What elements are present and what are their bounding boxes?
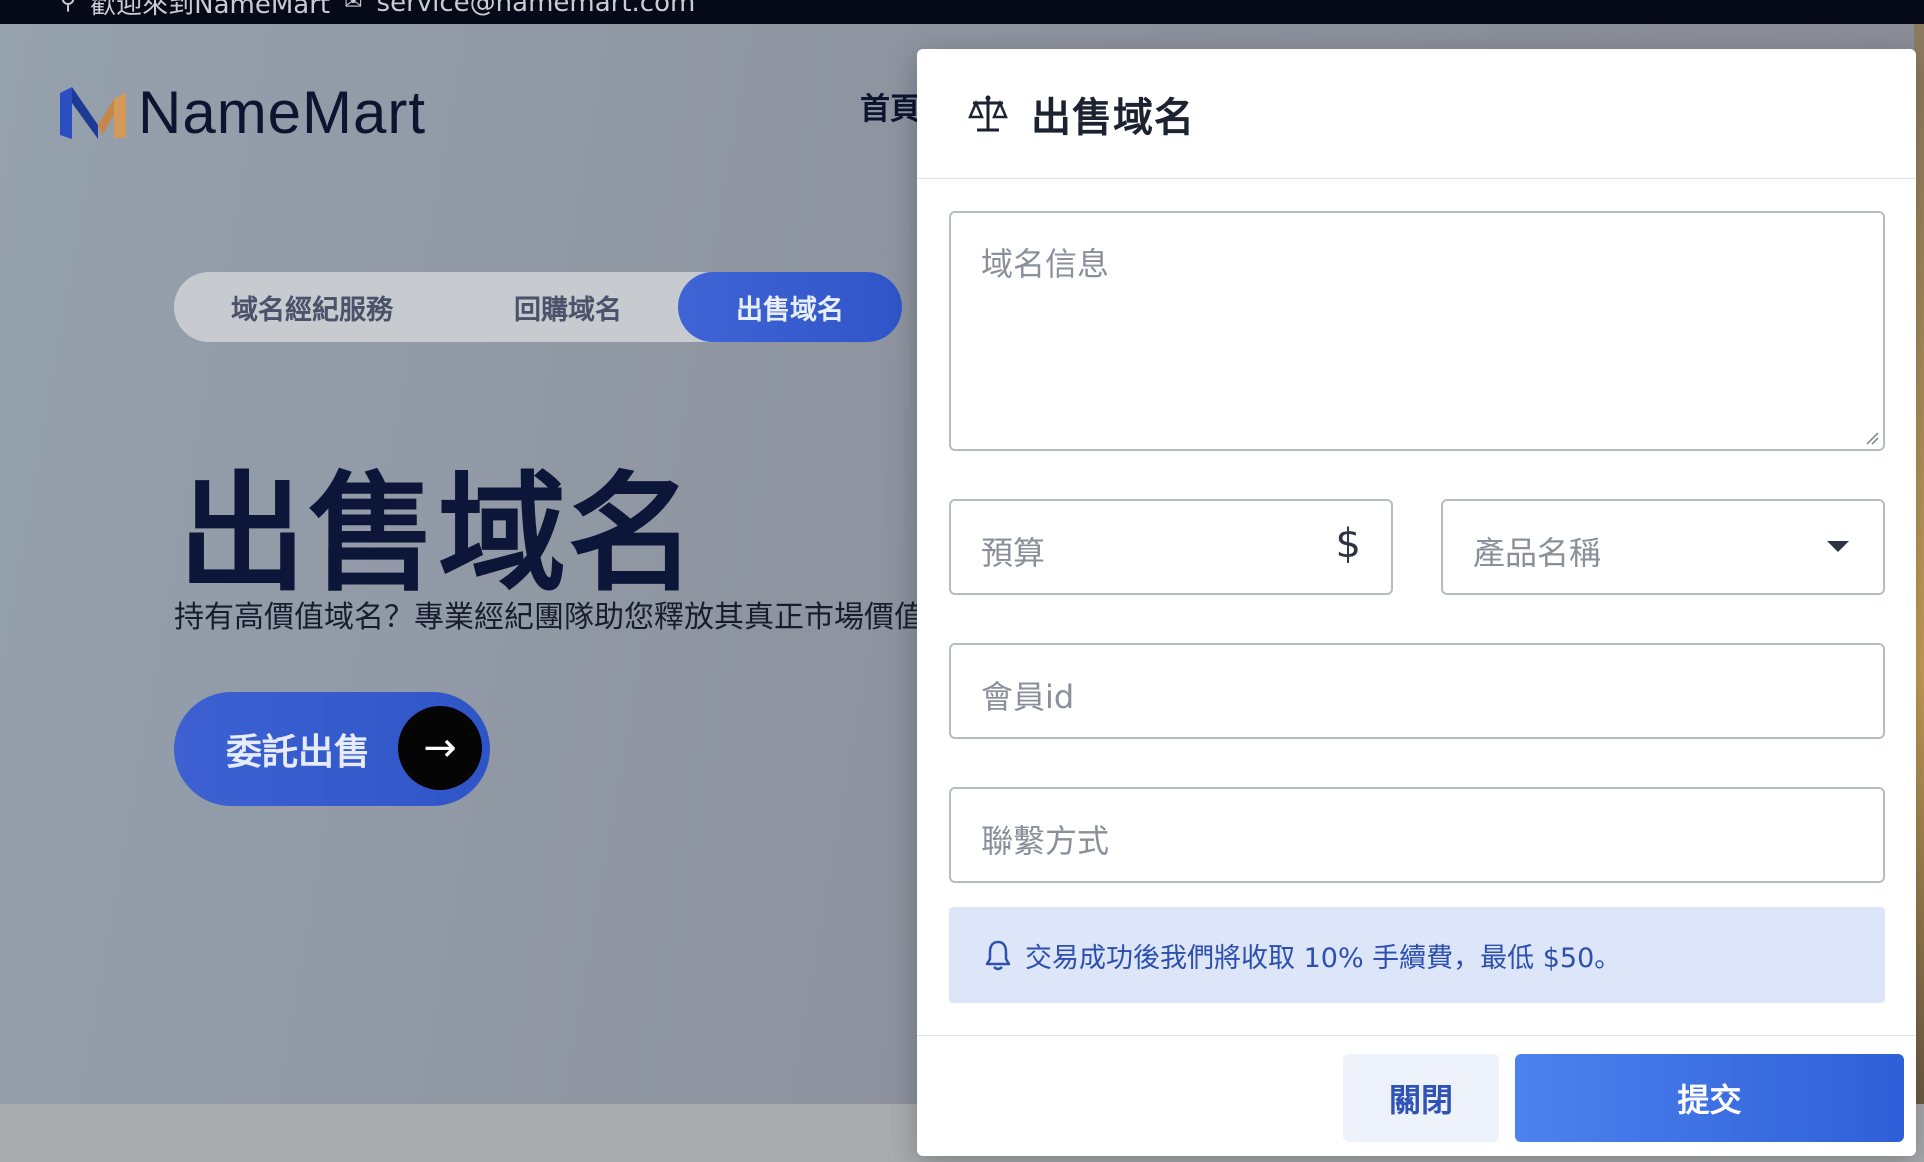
tab-domain-brokerage[interactable]: 域名經紀服務 (174, 272, 450, 342)
contact-method-input[interactable]: 聯繫方式 (949, 787, 1885, 883)
product-name-select[interactable]: 產品名稱 (1441, 499, 1885, 595)
location-pin-icon: ⚲ (60, 0, 77, 15)
nav-item-home[interactable]: 首頁 (860, 84, 920, 128)
fee-notice-text: 交易成功後我們將收取 10% 手續費，最低 $50。 (1025, 942, 1622, 974)
budget-input[interactable]: 預算 $ (949, 499, 1393, 595)
bell-icon (985, 940, 1011, 971)
welcome-text: 歡迎來到NameMart (90, 0, 331, 20)
domain-info-textarea[interactable]: 域名信息 (949, 211, 1885, 451)
tab-buyback-domain[interactable]: 回購域名 (450, 272, 686, 342)
member-id-input[interactable]: 會員id (949, 643, 1885, 739)
email-link[interactable]: service@namemart.com (377, 0, 696, 18)
dialog-title: 出售域名 (1031, 94, 1195, 141)
dollar-icon: $ (1335, 521, 1361, 567)
hero-title: 出售域名 (178, 460, 699, 609)
budget-placeholder: 預算 (981, 534, 1046, 572)
fee-notice: 交易成功後我們將收取 10% 手續費，最低 $50。 (949, 907, 1885, 1003)
contact-method-placeholder: 聯繫方式 (981, 822, 1110, 860)
arrow-right-icon: → (398, 706, 482, 790)
domain-info-placeholder: 域名信息 (981, 245, 1110, 283)
sell-domain-dialog: 出售域名 域名信息 預算 $ 產品名稱 會員id 聯繫方式 交易成功後我們將收取… (917, 49, 1916, 1156)
consign-sale-button[interactable]: 委託出售 → (174, 692, 490, 806)
submit-button[interactable]: 提交 (1515, 1054, 1904, 1142)
close-button[interactable]: 關閉 (1343, 1054, 1499, 1142)
tab-sell-domain[interactable]: 出售域名 (678, 272, 902, 342)
product-name-placeholder: 產品名稱 (1473, 534, 1602, 572)
mail-icon: ✉ (344, 0, 363, 15)
namemart-logo-icon (60, 86, 126, 139)
resize-grip-icon[interactable] (1865, 431, 1879, 445)
chevron-down-icon (1827, 541, 1849, 552)
member-id-placeholder: 會員id (981, 678, 1075, 716)
dialog-footer-divider (917, 1035, 1916, 1036)
site-logo[interactable]: NameMart (58, 78, 426, 147)
logo-text: NameMart (138, 79, 427, 146)
consign-sale-label: 委託出售 (226, 732, 371, 773)
top-info-bar: ⚲ 歡迎來到NameMart ✉ service@namemart.com (0, 0, 1924, 24)
hero-subtitle: 持有高價值域名？專業經紀團隊助您釋放其真正市場價值 (174, 600, 918, 635)
dialog-header: 出售域名 (917, 49, 1916, 179)
scale-icon (968, 95, 1008, 131)
service-tabs: 域名經紀服務 回購域名 出售域名 (174, 272, 902, 342)
